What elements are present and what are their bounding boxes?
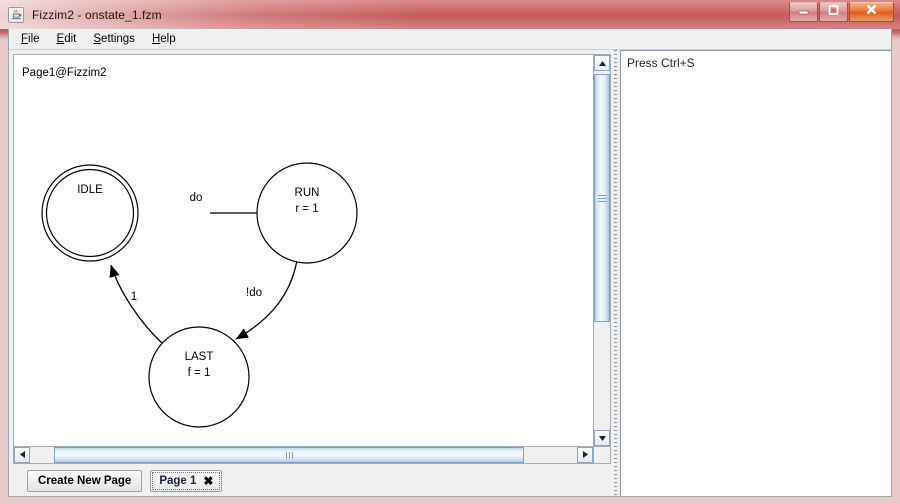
transition-label-do: do (190, 192, 203, 204)
maximize-icon (827, 3, 840, 21)
menu-file[interactable]: File (13, 31, 49, 47)
state-node-last[interactable]: LAST f = 1 (148, 326, 250, 428)
transition-last-to-idle[interactable]: 1 (109, 264, 165, 346)
save-hint-text: Press Ctrl+S (627, 56, 695, 70)
vertical-scroll-thumb[interactable] (594, 74, 610, 322)
grip-icon (285, 451, 294, 459)
triangle-down-icon (598, 429, 607, 447)
menu-bar: File Edit Settings Help (9, 29, 891, 50)
horizontal-scroll-track[interactable] (30, 447, 577, 463)
state-label-idle: IDLE (77, 184, 103, 196)
page-tab-label: Page 1 (159, 475, 197, 487)
close-icon (864, 3, 879, 21)
state-node-run[interactable]: RUN r = 1 (256, 162, 358, 264)
grip-icon (597, 193, 607, 204)
notes-panel[interactable]: Press Ctrl+S (620, 50, 891, 496)
java-coffee-cup-icon (8, 6, 24, 23)
triangle-left-icon (19, 446, 26, 464)
transition-label-notdo: !do (246, 287, 262, 299)
window-controls (788, 2, 894, 22)
scroll-right-button[interactable] (577, 447, 593, 463)
title-bar[interactable]: Fizzim2 - onstate_1.fzm (0, 0, 900, 29)
scroll-up-button[interactable] (594, 55, 610, 71)
horizontal-scrollbar-row (13, 447, 611, 464)
maximize-button[interactable] (819, 2, 848, 22)
state-label-last: LAST (185, 351, 214, 363)
vertical-scrollbar[interactable] (594, 54, 611, 447)
client-area: File Edit Settings Help Page1@Fizzim2 do… (8, 29, 892, 497)
vertical-scroll-track[interactable] (594, 71, 610, 430)
menu-help[interactable]: Help (144, 31, 185, 47)
page-tab-page-1[interactable]: Page 1 ✖ (150, 470, 223, 492)
minimize-button[interactable] (789, 2, 818, 22)
state-machine-diagram: do !do 1 IDLE RUN r = 1 LAST f = 1 (41, 162, 358, 428)
triangle-up-icon (598, 54, 607, 72)
menu-edit[interactable]: Edit (49, 31, 86, 47)
scroll-down-button[interactable] (594, 430, 610, 446)
menu-settings[interactable]: Settings (85, 31, 144, 47)
canvas-scroll-pane: Page1@Fizzim2 do !do 1 IDLE RUN r = 1 LA… (13, 54, 611, 464)
create-new-page-button[interactable]: Create New Page (27, 470, 143, 492)
left-pane: Page1@Fizzim2 do !do 1 IDLE RUN r = 1 LA… (9, 50, 611, 496)
split-pane: Page1@Fizzim2 do !do 1 IDLE RUN r = 1 LA… (9, 50, 891, 496)
state-output-run: r = 1 (295, 203, 318, 215)
diagram-canvas[interactable]: Page1@Fizzim2 do !do 1 IDLE RUN r = 1 LA… (13, 54, 594, 447)
horizontal-scrollbar[interactable] (13, 447, 594, 464)
close-button[interactable] (849, 2, 894, 22)
transition-label-one: 1 (131, 291, 137, 303)
horizontal-scroll-thumb[interactable] (54, 447, 524, 463)
state-node-idle[interactable]: IDLE (41, 164, 139, 262)
transition-run-to-last[interactable]: !do (235, 259, 298, 340)
divider-grip-icon (614, 50, 617, 496)
page-tab-bar: Create New Page Page 1 ✖ (13, 464, 611, 496)
state-output-last: f = 1 (188, 367, 211, 379)
scroll-left-button[interactable] (14, 447, 30, 463)
window-title: Fizzim2 - onstate_1.fzm (32, 7, 162, 22)
application-window: Fizzim2 - onstate_1.fzm File Edit Settin… (0, 0, 900, 504)
scrollbar-corner (594, 447, 611, 464)
state-label-run: RUN (295, 187, 320, 199)
close-tab-icon[interactable]: ✖ (203, 475, 213, 487)
minimize-icon (797, 3, 810, 21)
split-pane-divider[interactable] (611, 50, 620, 496)
triangle-right-icon (582, 446, 589, 464)
